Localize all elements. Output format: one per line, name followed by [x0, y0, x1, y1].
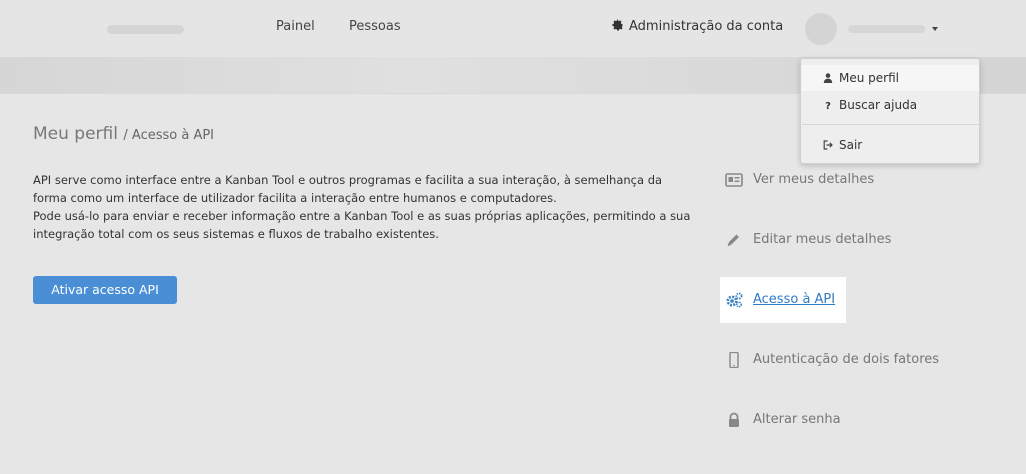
- sidebar-item-label: Acesso à API: [753, 292, 836, 307]
- lock-icon: [729, 412, 739, 427]
- user-name-placeholder[interactable]: [848, 25, 925, 33]
- caret-down-icon[interactable]: [932, 27, 938, 31]
- svg-text:?: ?: [825, 101, 831, 110]
- top-navigation-bar: Painel Pessoas Administração da conta: [0, 0, 1026, 57]
- logo-placeholder[interactable]: [107, 25, 184, 34]
- question-icon: ?: [825, 101, 831, 110]
- sign-out-icon: [823, 140, 833, 150]
- nav-account-admin-label: Administração da conta: [629, 19, 784, 34]
- pencil-icon: [727, 234, 739, 247]
- dropdown-item-my-profile[interactable]: Meu perfil: [802, 65, 979, 91]
- api-description: API serve como interface entre a Kanban …: [33, 171, 693, 243]
- dropdown-item-sign-out[interactable]: Sair: [802, 132, 979, 158]
- page-title: Meu perfil / Acesso à API: [33, 124, 214, 144]
- sidebar-item-label: Alterar senha: [753, 412, 841, 427]
- nav-painel[interactable]: Painel: [276, 19, 315, 35]
- dropdown-item-label: Buscar ajuda: [839, 98, 918, 112]
- user-dropdown-menu: Meu perfil ? Buscar ajuda Sair: [800, 58, 980, 164]
- user-icon: [823, 73, 833, 83]
- id-card-icon: [725, 173, 743, 187]
- page-title-main: Meu perfil: [33, 124, 118, 144]
- page-title-sub: / Acesso à API: [123, 128, 215, 143]
- api-description-paragraph-1: API serve como interface entre a Kanban …: [33, 173, 663, 205]
- nav-pessoas[interactable]: Pessoas: [349, 19, 401, 35]
- mobile-phone-icon: [729, 352, 739, 368]
- avatar[interactable]: [805, 13, 837, 45]
- dropdown-item-label: Sair: [839, 138, 863, 152]
- nav-account-admin[interactable]: Administração da conta: [612, 19, 783, 35]
- sidebar-item-label: Editar meus detalhes: [753, 232, 892, 247]
- api-description-paragraph-2: Pode usá-lo para enviar e receber inform…: [33, 209, 691, 241]
- dropdown-item-get-help[interactable]: ? Buscar ajuda: [802, 92, 979, 118]
- dropdown-divider: [802, 124, 979, 125]
- dropdown-item-label: Meu perfil: [839, 71, 899, 85]
- activate-api-button[interactable]: Ativar acesso API: [33, 276, 177, 304]
- gears-icon: [726, 292, 743, 308]
- sidebar-item-label: Ver meus detalhes: [753, 172, 875, 187]
- gear-icon: [612, 19, 623, 31]
- sidebar-item-label: Autenticação de dois fatores: [753, 352, 940, 367]
